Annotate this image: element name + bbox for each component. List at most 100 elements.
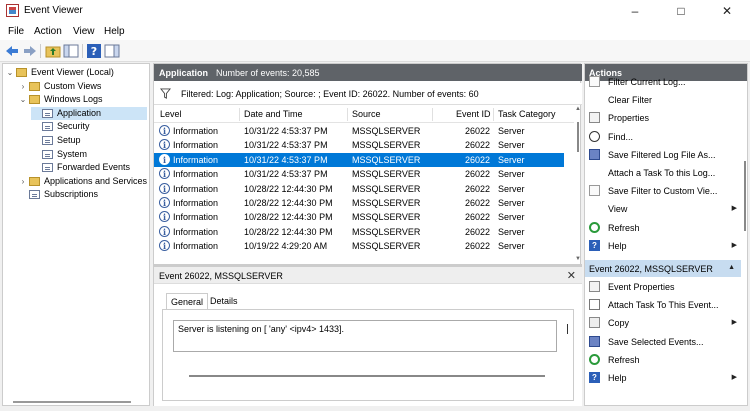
tree-item-security[interactable]: Security (31, 120, 147, 133)
menu-view[interactable]: View (73, 26, 95, 37)
menu-action[interactable]: Action (34, 26, 62, 37)
table-row[interactable]: i Information 10/31/22 4:53:37 PM MSSQLSERV… (154, 138, 564, 152)
menu-file[interactable]: File (8, 26, 24, 37)
find-icon (589, 130, 600, 142)
menu-help[interactable]: Help (104, 26, 125, 37)
action-copy[interactable]: Copy ▶ (585, 314, 741, 332)
tree-item-custom-views[interactable]: › Custom Views (18, 80, 147, 93)
tab-general[interactable]: General (166, 293, 209, 309)
column-task-category[interactable]: Task Category (498, 109, 556, 119)
tree-item-label: Forwarded Events (57, 162, 131, 173)
tree-horizontal-scrollbar[interactable] (7, 400, 147, 404)
show-hide-action-pane-icon[interactable] (104, 43, 120, 59)
action-label: Clear Filter (608, 95, 653, 106)
maximize-button[interactable]: □ (658, 0, 704, 22)
submenu-arrow-icon: ▶ (731, 319, 737, 327)
expander-icon[interactable]: › (18, 175, 28, 188)
folder-icon (29, 176, 40, 186)
expander-icon[interactable]: ⌄ (5, 66, 15, 79)
tree-item-forwarded-events[interactable]: Forwarded Events (31, 161, 147, 174)
column-source[interactable]: Source (352, 109, 381, 119)
minimize-button[interactable]: – (612, 0, 658, 22)
table-row[interactable]: i Information 10/28/22 12:44:30 PM MSSQLSER… (154, 196, 564, 210)
column-date-time[interactable]: Date and Time (244, 109, 303, 119)
tree-item-setup[interactable]: Setup (31, 134, 147, 147)
event-actions-section-header[interactable]: Event 26022, MSSQLSERVER ▲ (585, 260, 741, 277)
tree-item-windows-logs[interactable]: ⌄ Windows Logs (18, 93, 147, 106)
forward-arrow-icon[interactable] (22, 43, 38, 59)
help-icon[interactable]: ? (86, 43, 102, 59)
action-save-filtered-log-file-as[interactable]: Save Filtered Log File As... (585, 146, 741, 164)
refresh-icon (589, 353, 600, 365)
navigation-tree: ⌄ Event Viewer (Local) › Custom Views ⌄ Windo… (2, 63, 150, 406)
events-pane-header: Application Number of events: 20,585 (154, 64, 582, 81)
table-row[interactable]: i Information 10/28/22 12:44:30 PM MSSQLSER… (154, 225, 564, 239)
tab-details[interactable]: Details (206, 293, 242, 309)
cell-id: 26022 (465, 154, 491, 165)
event-message-box[interactable]: Server is listening on [ 'any' <ipv4> 14… (173, 320, 557, 352)
actions-scrollbar[interactable] (743, 81, 747, 405)
cell-source: MSSQLSERVER (352, 169, 421, 180)
action-save-filter-to-custom-vie[interactable]: Save Filter to Custom Vie... (585, 182, 741, 200)
action-attach-a-task-to-this-log[interactable]: Attach a Task To this Log... (585, 164, 741, 182)
expander-icon[interactable]: ⌄ (18, 93, 28, 106)
show-hide-tree-icon[interactable] (63, 43, 79, 59)
expander-icon[interactable]: › (18, 80, 28, 93)
action-refresh[interactable]: Refresh (585, 219, 741, 237)
close-icon[interactable]: ✕ (567, 269, 576, 282)
cell-level: Information (173, 154, 219, 165)
action-help[interactable]: ? Help ▶ (585, 369, 741, 387)
column-level[interactable]: Level (160, 109, 182, 119)
table-row[interactable]: i Information 10/31/22 4:53:37 PM MSSQLSERV… (154, 152, 564, 167)
tree-item-label: Setup (57, 135, 81, 145)
action-filter-current-log[interactable]: Filter Current Log... (585, 73, 741, 91)
up-folder-icon[interactable] (45, 43, 61, 59)
cell-level: Information (173, 241, 219, 252)
action-label: Attach a Task To this Log... (608, 168, 716, 178)
table-row[interactable]: i Information 10/28/22 12:44:30 PM MSSQLSER… (154, 182, 564, 196)
information-icon: i (159, 168, 170, 180)
action-label: Refresh (608, 222, 640, 233)
folder-icon (29, 95, 40, 105)
action-label: Filter Current Log... (608, 77, 686, 87)
table-row[interactable]: i Information 10/19/22 4:29:20 AM MSSQLSERV… (154, 239, 564, 253)
table-row[interactable]: i Information 10/31/22 4:53:37 PM MSSQLSERV… (154, 167, 564, 181)
action-refresh[interactable]: Refresh (585, 351, 741, 369)
action-view[interactable]: View ▶ (585, 200, 741, 218)
tree-item-event-viewer-local[interactable]: ⌄ Event Viewer (Local) (5, 66, 147, 79)
table-row[interactable]: i Information 10/28/22 12:44:30 PM MSSQLSER… (154, 210, 564, 224)
action-save-selected-events[interactable]: Save Selected Events... (585, 333, 741, 351)
action-help[interactable]: ? Help ▶ (585, 237, 741, 255)
cell-cat: Server (498, 140, 525, 151)
action-event-properties[interactable]: Event Properties (585, 278, 741, 296)
event-detail-title: Event 26022, MSSQLSERVER (159, 271, 283, 281)
menu-bar: File Action View Help (0, 22, 750, 40)
cell-date: 10/28/22 12:44:30 PM (244, 212, 333, 223)
tree-item-applications-and-services-lo[interactable]: › Applications and Services Lo (18, 175, 149, 188)
column-event-id[interactable]: Event ID (456, 109, 491, 119)
message-horizontal-scrollbar[interactable] (173, 374, 563, 378)
action-label: View (608, 204, 628, 215)
tree-item-subscriptions[interactable]: Subscriptions (18, 188, 147, 201)
close-button[interactable]: ✕ (704, 0, 750, 22)
collapse-up-icon[interactable]: ▲ (728, 264, 735, 271)
back-arrow-icon[interactable] (4, 43, 20, 59)
action-clear-filter[interactable]: Clear Filter (585, 91, 741, 109)
table-row[interactable]: i Information 10/31/22 4:53:37 PM MSSQLSERV… (154, 124, 564, 138)
tree-item-application[interactable]: Application (31, 106, 147, 120)
cell-id: 26022 (465, 126, 491, 136)
tree-item-label: Windows Logs (44, 94, 103, 105)
action-attach-task-to-this-event[interactable]: Attach Task To This Event... (585, 296, 741, 314)
tree-item-label: Application (57, 107, 102, 118)
action-label: Save Filtered Log File As... (608, 149, 716, 160)
log-icon (42, 122, 53, 132)
tree-item-system[interactable]: System (31, 148, 147, 161)
cell-date: 10/28/22 12:44:30 PM (244, 226, 333, 237)
events-table-scrollbar[interactable]: ▲ ▼ (575, 106, 581, 274)
action-properties[interactable]: Properties (585, 109, 741, 127)
cell-level: Information (173, 226, 219, 237)
cell-cat: Server (498, 198, 525, 208)
action-find[interactable]: Find... (585, 128, 741, 146)
action-label: Copy (608, 318, 630, 329)
cell-source: MSSQLSERVER (352, 241, 421, 252)
